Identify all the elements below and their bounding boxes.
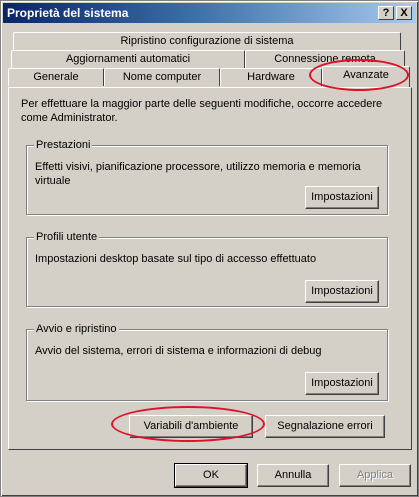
tab-label: Hardware — [247, 71, 295, 83]
close-button[interactable]: X — [396, 6, 412, 20]
highlight-ellipse-tab — [309, 59, 409, 91]
button-label: Applica — [356, 469, 394, 481]
tab-nome-computer[interactable]: Nome computer — [104, 68, 220, 86]
ok-button[interactable]: OK — [174, 463, 248, 488]
highlight-ellipse-env-button — [111, 406, 265, 442]
close-icon: X — [400, 7, 408, 19]
error-reporting-button[interactable]: Segnalazione errori — [265, 415, 385, 438]
tab-label: Aggiornamenti automatici — [65, 53, 191, 65]
title-bar[interactable]: Proprietà del sistema ? X — [3, 3, 416, 23]
tab-label: Nome computer — [122, 71, 202, 83]
button-label: Impostazioni — [311, 191, 373, 203]
tab-generale[interactable]: Generale — [8, 68, 104, 86]
tab-aggiornamenti-automatici[interactable]: Aggiornamenti automatici — [11, 50, 245, 68]
button-label: Annulla — [274, 469, 312, 481]
tab-label: Ripristino configurazione di sistema — [120, 35, 294, 47]
system-properties-window: Proprietà del sistema ? X Ripristino con… — [0, 0, 419, 497]
group-description: Impostazioni desktop basate sul tipo di … — [35, 253, 317, 265]
help-button[interactable]: ? — [378, 6, 394, 20]
performance-settings-button[interactable]: Impostazioni — [305, 186, 379, 209]
tab-ripristino-configurazione[interactable]: Ripristino configurazione di sistema — [13, 32, 401, 50]
help-icon: ? — [382, 7, 390, 19]
admin-notice: Per effettuare la maggior parte delle se… — [21, 98, 383, 124]
button-label: Impostazioni — [311, 285, 373, 297]
group-description: Avvio del sistema, errori di sistema e i… — [35, 345, 322, 357]
button-label: OK — [203, 469, 219, 481]
apply-button[interactable]: Applica — [339, 464, 411, 487]
group-label: Prestazioni — [34, 138, 93, 152]
group-label: Avvio e ripristino — [34, 322, 119, 336]
button-label: Impostazioni — [311, 377, 373, 389]
tab-hardware[interactable]: Hardware — [220, 68, 322, 86]
group-label: Profili utente — [34, 230, 100, 244]
cancel-button[interactable]: Annulla — [257, 464, 329, 487]
window-title: Proprietà del sistema — [7, 6, 129, 20]
button-label: Segnalazione errori — [277, 420, 373, 432]
group-description: Effetti visivi, pianificazione processor… — [35, 161, 361, 187]
startup-recovery-settings-button[interactable]: Impostazioni — [305, 372, 379, 395]
user-profiles-settings-button[interactable]: Impostazioni — [305, 280, 379, 303]
tab-label: Generale — [33, 71, 79, 83]
